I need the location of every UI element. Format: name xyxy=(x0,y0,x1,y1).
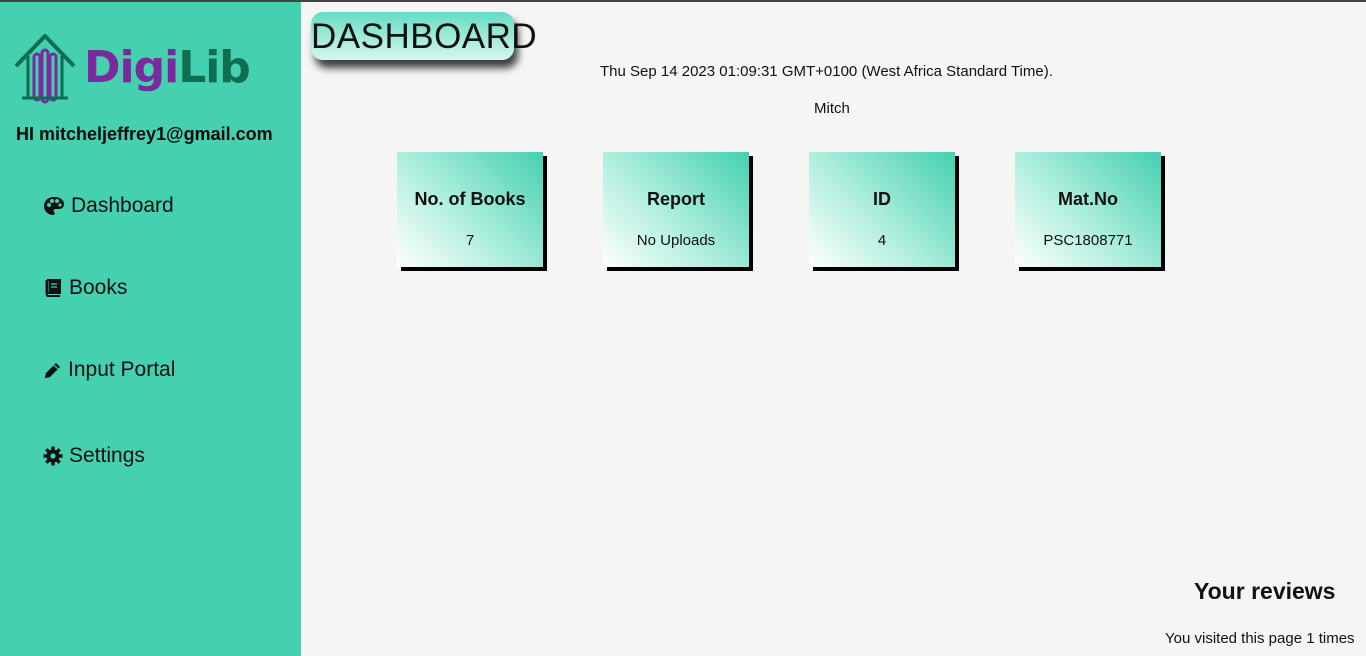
book-icon xyxy=(45,279,61,297)
stat-card-report: Report No Uploads xyxy=(603,152,749,267)
current-datetime: Thu Sep 14 2023 01:09:31 GMT+0100 (West … xyxy=(600,63,1053,80)
stat-card-title: Mat.No xyxy=(1058,189,1118,209)
stat-card-value: 4 xyxy=(877,232,887,249)
stat-card-value: No Uploads xyxy=(636,232,716,249)
sidebar: DigiLib HI mitcheljeffrey1@gmail.com Das… xyxy=(0,2,301,656)
sidebar-item-label: Books xyxy=(69,276,128,299)
sidebar-item-label: Dashboard xyxy=(71,194,174,217)
pencil-icon xyxy=(45,362,60,378)
stat-card-title: No. of Books xyxy=(414,189,526,209)
stat-card-title: Report xyxy=(647,189,705,209)
sidebar-item-label: Input Portal xyxy=(68,358,176,381)
page-title: DASHBOARD xyxy=(311,12,537,60)
sidebar-item-settings[interactable]: Settings xyxy=(43,444,145,468)
sidebar-item-input-portal[interactable]: Input Portal xyxy=(43,358,175,382)
stat-card-value: PSC1808771 xyxy=(1043,232,1133,249)
visit-counter-text: You visited this page 1 times xyxy=(1165,630,1355,647)
window-top-border xyxy=(0,0,1366,2)
sidebar-item-books[interactable]: Books xyxy=(43,276,127,300)
sidebar-item-label: Settings xyxy=(69,444,145,467)
stat-card-books: No. of Books 7 xyxy=(397,152,543,267)
sidebar-item-dashboard[interactable]: Dashboard xyxy=(43,194,174,218)
username-label: Mitch xyxy=(814,100,850,117)
logo-text: DigiLib xyxy=(84,38,251,98)
logo-text-digi: Digi xyxy=(84,42,179,93)
reviews-heading: Your reviews xyxy=(1194,578,1336,604)
stat-card-value: 7 xyxy=(465,232,475,249)
stat-card-id: ID 4 xyxy=(809,152,955,267)
logo-text-lib: Lib xyxy=(178,42,251,93)
digilib-logo[interactable]: DigiLib xyxy=(14,32,251,106)
library-building-icon xyxy=(14,34,76,104)
stat-card-mat-no: Mat.No PSC1808771 xyxy=(1015,152,1161,267)
gear-icon xyxy=(43,446,63,466)
stat-card-title: ID xyxy=(873,189,891,209)
palette-icon xyxy=(44,197,64,215)
user-greeting: HI mitcheljeffrey1@gmail.com xyxy=(16,124,273,144)
